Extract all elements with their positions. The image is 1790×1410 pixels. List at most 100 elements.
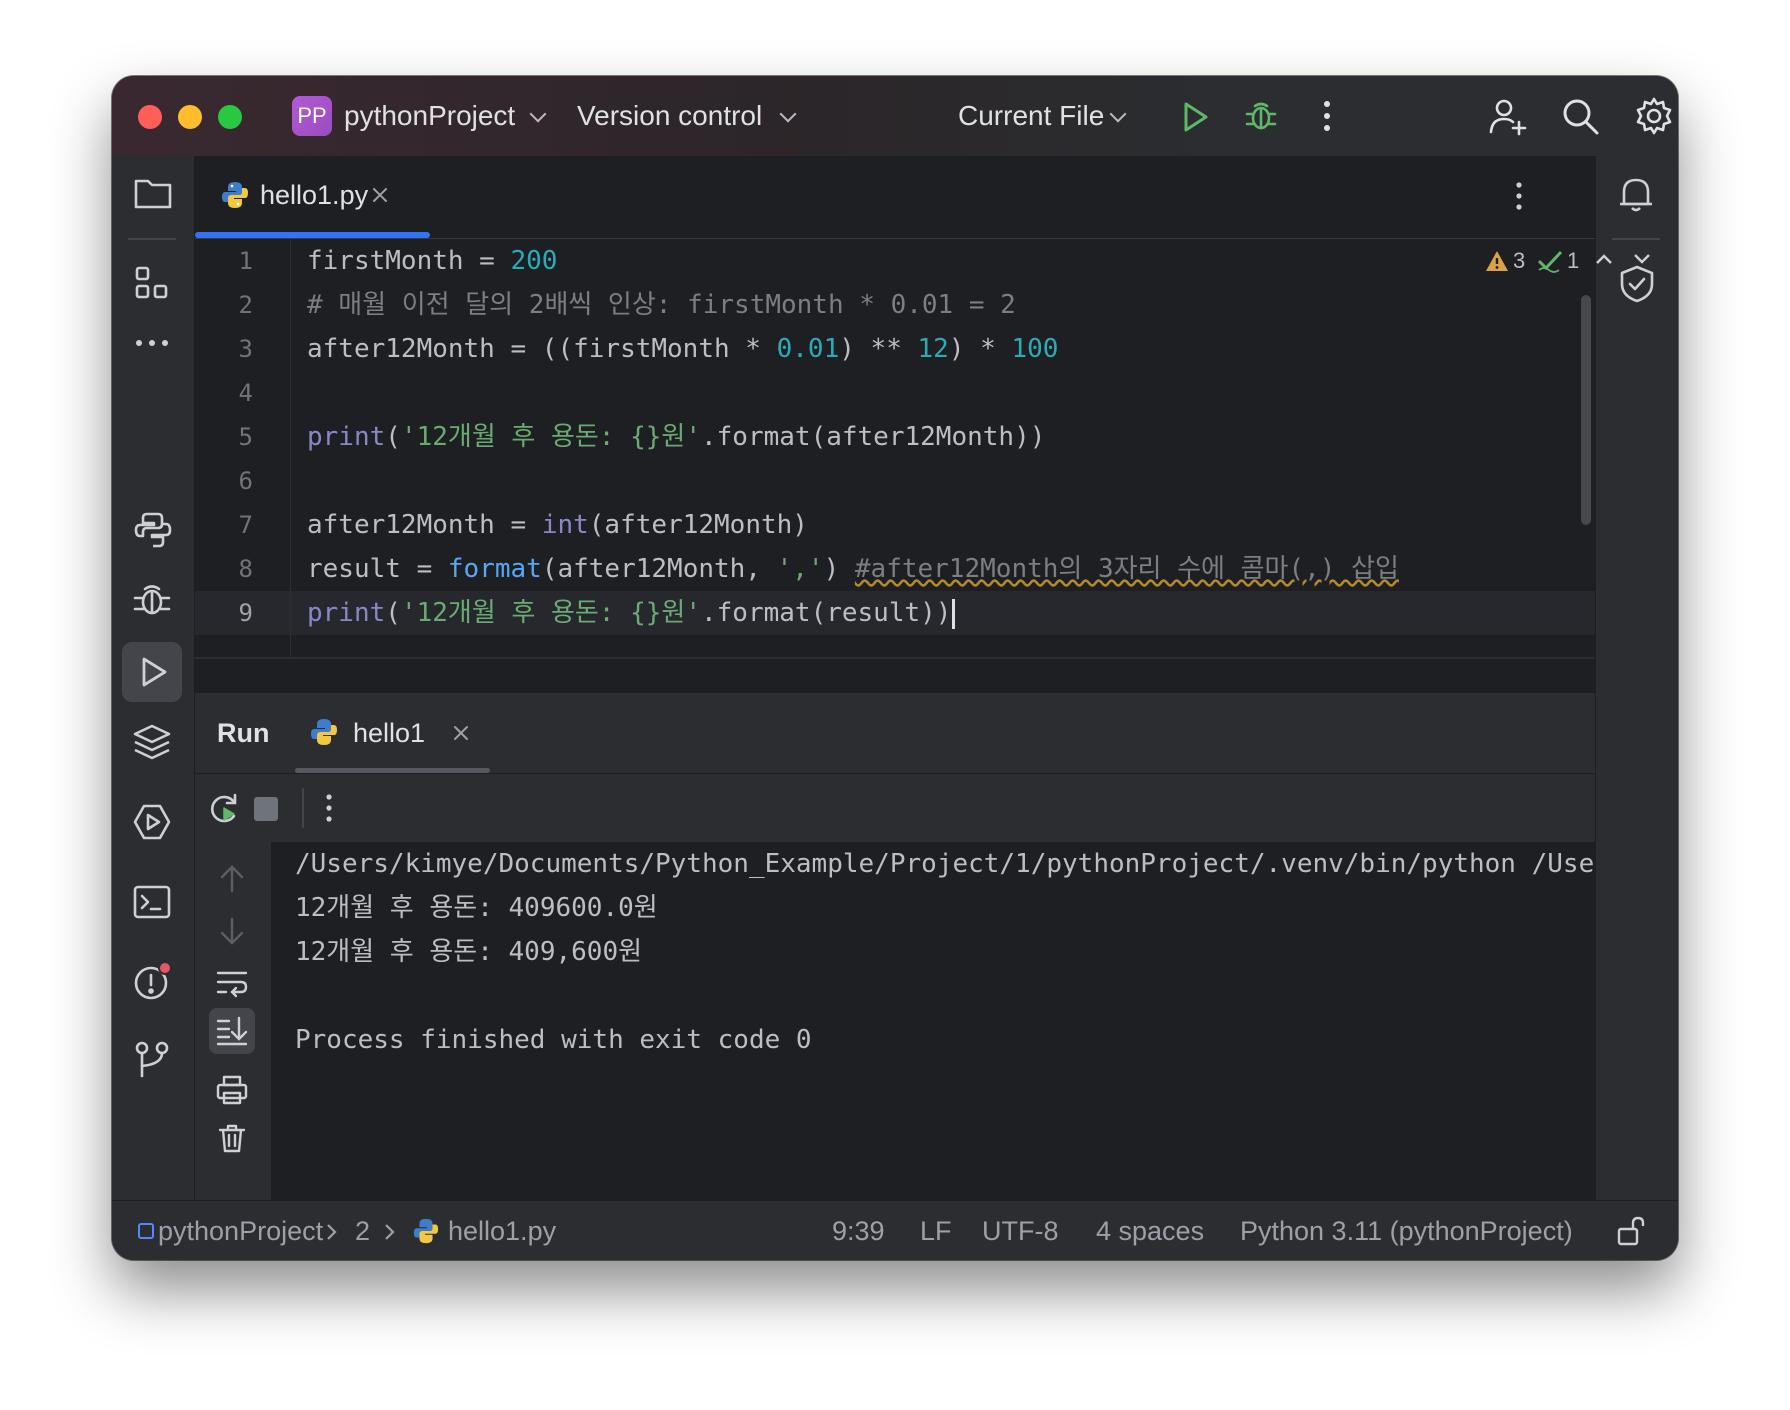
minimize-window-button[interactable] xyxy=(178,105,202,129)
rerun-icon[interactable] xyxy=(207,792,241,826)
chevron-down-icon[interactable] xyxy=(1633,253,1651,265)
run-icon[interactable] xyxy=(1178,100,1212,134)
arrow-down-icon[interactable] xyxy=(217,916,247,946)
code-token: ) xyxy=(823,554,855,584)
warning-count: 3 xyxy=(1513,248,1526,273)
code-token: print xyxy=(307,422,386,452)
close-window-button[interactable] xyxy=(138,105,162,129)
breadcrumb-project[interactable]: pythonProject xyxy=(158,1213,323,1249)
folder-icon[interactable] xyxy=(133,176,173,210)
code-token: format xyxy=(447,554,542,584)
problems-icon[interactable] xyxy=(132,960,174,1002)
chevron-up-icon[interactable] xyxy=(1595,253,1613,265)
code-line[interactable]: 8 result = format(after12Month, ',') #aft… xyxy=(195,547,1595,591)
caret-position[interactable]: 9:39 xyxy=(832,1213,885,1249)
python-console-icon[interactable] xyxy=(133,510,173,550)
print-icon[interactable] xyxy=(215,1074,249,1106)
structure-icon[interactable] xyxy=(133,264,171,302)
editor-scrollbar[interactable] xyxy=(1581,295,1591,525)
python-file-icon xyxy=(309,717,339,747)
module-icon xyxy=(138,1223,154,1239)
add-user-icon[interactable] xyxy=(1488,96,1528,136)
notifications-bell-icon[interactable] xyxy=(1616,174,1656,214)
code-line[interactable]: 5 print('12개월 후 용돈: {}원'.format(after12Mo… xyxy=(195,415,1595,459)
code-token: after12Month = xyxy=(307,510,542,540)
unlock-icon[interactable] xyxy=(1616,1215,1646,1247)
code-token: result = xyxy=(307,554,448,584)
line-number: 7 xyxy=(238,511,253,539)
divider xyxy=(1612,238,1660,240)
run-tab-label: hello1 xyxy=(353,718,426,748)
services-icon[interactable] xyxy=(132,802,172,842)
run-tab-indicator xyxy=(295,768,490,773)
inspection-widget[interactable]: 3 1 xyxy=(1485,243,1595,279)
git-branch-icon[interactable] xyxy=(132,1040,172,1080)
python-packages-icon[interactable] xyxy=(132,722,172,762)
breadcrumb-folder[interactable]: 2 xyxy=(355,1213,370,1249)
code-token: (after12Month, xyxy=(541,554,777,584)
code-line[interactable]: 4 xyxy=(195,371,1595,415)
zoom-window-button[interactable] xyxy=(218,105,242,129)
python-file-icon xyxy=(220,180,250,210)
more-tools-icon[interactable] xyxy=(133,336,171,350)
close-tab-icon[interactable] xyxy=(372,187,388,203)
right-toolwindow-bar xyxy=(1595,156,1678,1200)
scroll-to-end-button[interactable] xyxy=(209,1008,255,1054)
more-options-icon[interactable] xyxy=(325,792,333,824)
python-file-icon xyxy=(412,1217,440,1245)
editor-tab-hello1[interactable]: hello1.py xyxy=(195,156,430,238)
active-tab-indicator xyxy=(195,232,430,238)
indent-setting[interactable]: 4 spaces xyxy=(1096,1213,1204,1249)
gear-icon[interactable] xyxy=(1634,96,1674,136)
code-text: after12Month = int(after12Month) xyxy=(307,503,808,547)
tab-options-icon[interactable] xyxy=(1515,180,1523,212)
code-token: firstMonth = xyxy=(307,246,511,276)
search-icon[interactable] xyxy=(1560,96,1600,136)
code-line[interactable]: 6 xyxy=(195,459,1595,503)
code-editor[interactable]: 1 firstMonth = 200 2 # 매월 이전 달의 2배씩 인상: fir… xyxy=(195,239,1650,657)
debug-icon[interactable] xyxy=(1243,98,1279,134)
console-line: 12개월 후 용돈: 409,600원 xyxy=(295,937,643,967)
console-line: /Users/kimye/Documents/Python_Example/Pr… xyxy=(295,849,1595,879)
project-name: pythonProject xyxy=(344,100,516,131)
console-side-toolbar xyxy=(195,842,271,1200)
trash-icon[interactable] xyxy=(216,1122,248,1154)
terminal-icon[interactable] xyxy=(132,882,172,922)
console-line: Process finished with exit code 0 xyxy=(295,1025,812,1055)
project-badge: PP xyxy=(292,96,332,136)
console-line: 12개월 후 용돈: 409600.0원 xyxy=(295,893,658,923)
code-token: ( xyxy=(385,598,401,628)
stop-icon[interactable] xyxy=(254,797,278,821)
arrow-up-icon[interactable] xyxy=(217,864,247,894)
code-token: after12Month = ((firstMonth * xyxy=(307,334,777,364)
run-tab-hello1[interactable]: hello1 xyxy=(295,693,490,773)
line-number: 5 xyxy=(238,423,253,451)
code-text: result = format(after12Month, ',') #afte… xyxy=(307,547,1399,591)
run-config-label: Current File xyxy=(958,100,1105,131)
code-token: 200 xyxy=(510,246,558,276)
more-actions-icon[interactable] xyxy=(1322,98,1332,134)
code-line[interactable]: 1 firstMonth = 200 xyxy=(195,239,1595,283)
code-token: ) * xyxy=(948,334,1012,364)
code-line[interactable]: 3 after12Month = ((firstMonth * 0.01) ** … xyxy=(195,327,1595,371)
text-caret xyxy=(952,598,956,629)
code-token: ) ** xyxy=(839,334,918,364)
file-encoding[interactable]: UTF-8 xyxy=(982,1213,1059,1249)
close-tab-icon[interactable] xyxy=(453,725,469,741)
run-tool-button[interactable] xyxy=(122,642,182,702)
line-ending[interactable]: LF xyxy=(920,1213,952,1249)
python-interpreter[interactable]: Python 3.11 (pythonProject) xyxy=(1240,1213,1573,1249)
code-line[interactable]: 7 after12Month = int(after12Month) xyxy=(195,503,1595,547)
debug-tool-icon[interactable] xyxy=(132,580,172,620)
code-text: print('12개월 후 용돈: {}원'.format(result)) xyxy=(307,591,956,635)
breadcrumb-file[interactable]: hello1.py xyxy=(448,1213,556,1249)
ide-window: PP pythonProject Version control Current… xyxy=(112,76,1678,1260)
code-line[interactable]: 9 print('12개월 후 용돈: {}원'.format(result)) xyxy=(195,591,1595,635)
divider xyxy=(128,238,176,240)
run-toolbar xyxy=(195,774,1595,843)
code-line[interactable]: 2 # 매월 이전 달의 2배씩 인상: firstMonth * 0.01 = … xyxy=(195,283,1595,327)
soft-wrap-icon[interactable] xyxy=(215,968,249,998)
panel-splitter[interactable] xyxy=(195,657,1595,659)
security-shield-icon[interactable] xyxy=(1618,264,1656,304)
console-output[interactable]: /Users/kimye/Documents/Python_Example/Pr… xyxy=(295,842,1595,1200)
